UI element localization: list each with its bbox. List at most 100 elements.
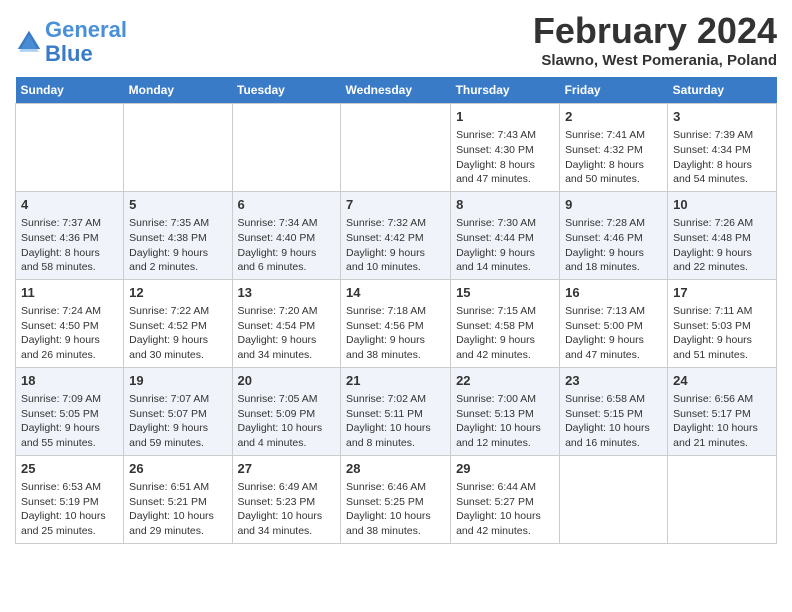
calendar-cell: 16 Sunrise: 7:13 AM Sunset: 5:00 PM Dayli… [560,279,668,367]
day-info: Sunrise: 7:24 AM Sunset: 4:50 PM Dayligh… [21,304,118,363]
day-number: 3 [673,108,771,126]
title-area: February 2024 Slawno, West Pomerania, Po… [533,10,777,69]
calendar-cell: 24 Sunrise: 6:56 AM Sunset: 5:17 PM Dayli… [668,367,777,455]
calendar-cell [560,455,668,543]
logo-line1: General [45,17,127,42]
day-info: Sunrise: 7:22 AM Sunset: 4:52 PM Dayligh… [129,304,226,363]
day-info: Sunrise: 7:18 AM Sunset: 4:56 PM Dayligh… [346,304,445,363]
day-number: 16 [565,284,662,302]
day-info: Sunrise: 7:13 AM Sunset: 5:00 PM Dayligh… [565,304,662,363]
calendar-cell: 18Sunrise: 7:09 AM Sunset: 5:05 PM Dayli… [16,367,124,455]
calendar-cell: 3 Sunrise: 7:39 AM Sunset: 4:34 PM Daylig… [668,104,777,192]
week-row-5: 25 Sunrise: 6:53 AM Sunset: 5:19 PM Dayli… [16,455,777,543]
day-info: Sunrise: 6:51 AM Sunset: 5:21 PM Dayligh… [129,480,226,539]
day-number: 4 [21,196,118,214]
calendar-cell: 5 Sunrise: 7:35 AM Sunset: 4:38 PM Daylig… [124,191,232,279]
calendar-cell: 9 Sunrise: 7:28 AM Sunset: 4:46 PM Daylig… [560,191,668,279]
calendar-cell: 14 Sunrise: 7:18 AM Sunset: 4:56 PM Dayli… [341,279,451,367]
day-info: Sunrise: 7:39 AM Sunset: 4:34 PM Dayligh… [673,128,771,187]
day-number: 2 [565,108,662,126]
weekday-header-sunday: Sunday [16,77,124,104]
calendar-cell: 23Sunrise: 6:58 AM Sunset: 5:15 PM Dayli… [560,367,668,455]
day-number: 10 [673,196,771,214]
day-number: 14 [346,284,445,302]
day-number: 9 [565,196,662,214]
day-info: Sunrise: 7:35 AM Sunset: 4:38 PM Dayligh… [129,216,226,275]
day-number: 25 [21,460,118,478]
week-row-4: 18Sunrise: 7:09 AM Sunset: 5:05 PM Dayli… [16,367,777,455]
calendar-cell [124,104,232,192]
calendar-cell: 20 Sunrise: 7:05 AM Sunset: 5:09 PM Dayli… [232,367,341,455]
day-info: Sunrise: 7:26 AM Sunset: 4:48 PM Dayligh… [673,216,771,275]
day-number: 8 [456,196,554,214]
day-number: 24 [673,372,771,390]
day-info: Sunrise: 7:05 AM Sunset: 5:09 PM Dayligh… [238,392,336,451]
day-number: 6 [238,196,336,214]
day-number: 12 [129,284,226,302]
day-info: Sunrise: 7:41 AM Sunset: 4:32 PM Dayligh… [565,128,662,187]
calendar-table: SundayMondayTuesdayWednesdayThursdayFrid… [15,77,777,544]
day-number: 1 [456,108,554,126]
day-info: Sunrise: 7:28 AM Sunset: 4:46 PM Dayligh… [565,216,662,275]
day-number: 11 [21,284,118,302]
day-number: 17 [673,284,771,302]
day-info: Sunrise: 7:34 AM Sunset: 4:40 PM Dayligh… [238,216,336,275]
day-number: 13 [238,284,336,302]
day-info: Sunrise: 7:02 AM Sunset: 5:11 PM Dayligh… [346,392,445,451]
calendar-cell [668,455,777,543]
day-number: 21 [346,372,445,390]
day-info: Sunrise: 6:56 AM Sunset: 5:17 PM Dayligh… [673,392,771,451]
calendar-cell: 11 Sunrise: 7:24 AM Sunset: 4:50 PM Dayli… [16,279,124,367]
calendar-cell [232,104,341,192]
calendar-cell: 10 Sunrise: 7:26 AM Sunset: 4:48 PM Dayli… [668,191,777,279]
calendar-cell: 1 Sunrise: 7:43 AM Sunset: 4:30 PM Daylig… [451,104,560,192]
day-number: 5 [129,196,226,214]
location-subtitle: Slawno, West Pomerania, Poland [533,52,777,69]
day-number: 20 [238,372,336,390]
calendar-cell [16,104,124,192]
day-number: 7 [346,196,445,214]
day-info: Sunrise: 7:00 AM Sunset: 5:13 PM Dayligh… [456,392,554,451]
day-number: 29 [456,460,554,478]
day-number: 19 [129,372,226,390]
logo-text: General Blue [45,18,127,66]
weekday-header-monday: Monday [124,77,232,104]
calendar-cell: 22 Sunrise: 7:00 AM Sunset: 5:13 PM Dayli… [451,367,560,455]
calendar-cell: 4Sunrise: 7:37 AM Sunset: 4:36 PM Daylig… [16,191,124,279]
calendar-cell: 28 Sunrise: 6:46 AM Sunset: 5:25 PM Dayli… [341,455,451,543]
day-number: 26 [129,460,226,478]
weekday-header-saturday: Saturday [668,77,777,104]
weekday-header-tuesday: Tuesday [232,77,341,104]
calendar-cell: 12 Sunrise: 7:22 AM Sunset: 4:52 PM Dayli… [124,279,232,367]
calendar-cell: 7 Sunrise: 7:32 AM Sunset: 4:42 PM Daylig… [341,191,451,279]
day-info: Sunrise: 6:46 AM Sunset: 5:25 PM Dayligh… [346,480,445,539]
logo-icon [15,28,43,56]
weekday-header-thursday: Thursday [451,77,560,104]
day-number: 23 [565,372,662,390]
day-info: Sunrise: 6:53 AM Sunset: 5:19 PM Dayligh… [21,480,118,539]
calendar-cell [341,104,451,192]
day-number: 18 [21,372,118,390]
calendar-cell: 13 Sunrise: 7:20 AM Sunset: 4:54 PM Dayli… [232,279,341,367]
calendar-cell: 26 Sunrise: 6:51 AM Sunset: 5:21 PM Dayli… [124,455,232,543]
logo-line2: Blue [45,41,93,66]
header: General Blue February 2024 Slawno, West … [15,10,777,69]
calendar-cell: 2 Sunrise: 7:41 AM Sunset: 4:32 PM Daylig… [560,104,668,192]
day-info: Sunrise: 7:32 AM Sunset: 4:42 PM Dayligh… [346,216,445,275]
calendar-cell: 6 Sunrise: 7:34 AM Sunset: 4:40 PM Daylig… [232,191,341,279]
week-row-2: 4Sunrise: 7:37 AM Sunset: 4:36 PM Daylig… [16,191,777,279]
month-title: February 2024 [533,10,777,52]
weekday-header-row: SundayMondayTuesdayWednesdayThursdayFrid… [16,77,777,104]
calendar-cell: 21 Sunrise: 7:02 AM Sunset: 5:11 PM Dayli… [341,367,451,455]
day-info: Sunrise: 7:20 AM Sunset: 4:54 PM Dayligh… [238,304,336,363]
weekday-header-friday: Friday [560,77,668,104]
calendar-cell: 19Sunrise: 7:07 AM Sunset: 5:07 PM Dayli… [124,367,232,455]
day-info: Sunrise: 7:43 AM Sunset: 4:30 PM Dayligh… [456,128,554,187]
calendar-cell: 8Sunrise: 7:30 AM Sunset: 4:44 PM Daylig… [451,191,560,279]
day-number: 28 [346,460,445,478]
day-number: 22 [456,372,554,390]
calendar-cell: 25 Sunrise: 6:53 AM Sunset: 5:19 PM Dayli… [16,455,124,543]
calendar-cell: 27Sunrise: 6:49 AM Sunset: 5:23 PM Dayli… [232,455,341,543]
day-info: Sunrise: 6:44 AM Sunset: 5:27 PM Dayligh… [456,480,554,539]
day-info: Sunrise: 7:15 AM Sunset: 4:58 PM Dayligh… [456,304,554,363]
